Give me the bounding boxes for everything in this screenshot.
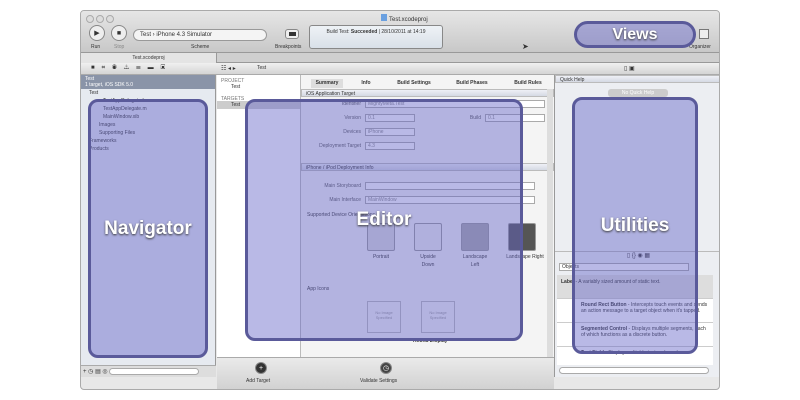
- breadcrumb[interactable]: Test: [257, 65, 266, 71]
- scheme-popup[interactable]: Test › iPhone 4.3 Simulator: [133, 29, 267, 41]
- utilities-overlay: Utilities: [572, 97, 698, 354]
- stop-icon: ■: [116, 29, 122, 37]
- nav-filter-bar[interactable]: + ◷ ▤ ◎: [81, 365, 216, 377]
- scheme-label: Scheme: [191, 44, 210, 50]
- breakpoints-button[interactable]: [285, 29, 299, 39]
- nav-project-row[interactable]: Test 1 target, iOS SDK 5.0: [81, 75, 215, 89]
- project-header: PROJECT: [221, 78, 245, 84]
- tab-build-settings[interactable]: Build Settings: [389, 79, 439, 88]
- quick-help-header: Quick Help: [555, 75, 719, 83]
- close-button[interactable]: [86, 15, 94, 23]
- jump-nav-icons[interactable]: ☷ ◂ ▸: [221, 65, 236, 72]
- status-prefix: Build Test:: [326, 29, 350, 35]
- nav-filter-input[interactable]: [109, 368, 200, 375]
- navigator-selector-bar: ■⌗◉⚠☰▬▣: [81, 63, 217, 75]
- stop-label: Stop: [114, 44, 125, 50]
- inspector-icons[interactable]: ▯ ▣: [624, 65, 635, 72]
- clock-icon: ◷: [382, 365, 390, 372]
- tab-info[interactable]: Info: [351, 79, 381, 88]
- nav-project-sub: 1 target, iOS SDK 5.0: [85, 82, 134, 88]
- mouse-cursor-icon: ➤: [522, 42, 529, 51]
- library-search-input[interactable]: [559, 367, 709, 374]
- views-overlay: Views: [574, 21, 696, 48]
- add-target-label: Add Target: [246, 378, 271, 384]
- organizer-label[interactable]: Organizer: [689, 44, 711, 50]
- tab-build-phases[interactable]: Build Phases: [447, 79, 497, 88]
- organizer-button[interactable]: [699, 29, 709, 39]
- nav-item[interactable]: Test: [89, 89, 215, 97]
- navigator-overlay: Navigator: [88, 99, 208, 358]
- run-label: Run: [91, 44, 101, 50]
- run-button[interactable]: ▶: [89, 25, 105, 41]
- validate-label: Validate Settings: [360, 378, 398, 384]
- breakpoints-label: Breakpoints: [275, 44, 302, 50]
- status-time: 28/10/2011 at 14:19: [381, 29, 426, 35]
- plus-icon: +: [258, 364, 264, 372]
- no-quick-help: No Quick Help: [608, 89, 668, 97]
- inspector-selector-bar: ▯ ▣: [554, 63, 719, 75]
- editor-overlay: Editor: [245, 99, 523, 341]
- status-result: Succeeded: [350, 29, 378, 35]
- tab-summary[interactable]: Summary: [311, 79, 343, 88]
- add-target-button[interactable]: +: [255, 362, 267, 374]
- stop-button[interactable]: ■: [111, 25, 127, 41]
- tab-test-xcodeproj[interactable]: Test.xcodeproj: [81, 53, 217, 63]
- project-file-icon: [381, 14, 387, 21]
- minimize-button[interactable]: [96, 15, 104, 23]
- zoom-button[interactable]: [106, 15, 114, 23]
- breakpoint-icon: [288, 32, 296, 36]
- tab-build-rules[interactable]: Build Rules: [505, 79, 551, 88]
- play-icon: ▶: [94, 30, 100, 37]
- targets-header: TARGETS: [221, 96, 245, 102]
- editor-scrollbar[interactable]: [547, 89, 553, 357]
- activity-viewer: Build Test: Succeeded | 28/10/2011 at 14…: [309, 25, 443, 49]
- tab-bar: Test.xcodeproj: [81, 53, 719, 63]
- jump-bar: ☷ ◂ ▸ Test: [217, 63, 554, 75]
- section-header: iOS Application Target: [301, 89, 554, 97]
- window-title: Test.xcodeproj: [381, 14, 428, 23]
- editor-bottom-bar: + Add Target ◷ Validate Settings: [217, 357, 554, 389]
- navigator-icons[interactable]: ■⌗◉⚠☰▬▣: [91, 65, 172, 72]
- validate-settings-button[interactable]: ◷: [380, 362, 392, 374]
